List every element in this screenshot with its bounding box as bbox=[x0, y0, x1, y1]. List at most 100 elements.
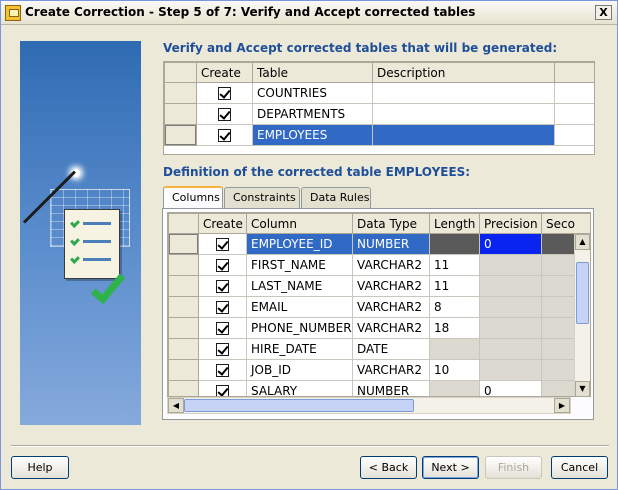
table-name-cell[interactable]: COUNTRIES bbox=[252, 82, 373, 104]
create-checkbox[interactable] bbox=[216, 385, 229, 396]
column-header-scale[interactable]: Seco bbox=[541, 213, 590, 234]
tab-constraints[interactable]: Constraints bbox=[224, 187, 300, 208]
tab-data-rules[interactable]: Data Rules bbox=[301, 187, 371, 208]
precision-cell[interactable] bbox=[479, 359, 542, 381]
columns-grid[interactable]: Create Column Data Type Length Precision… bbox=[167, 212, 591, 397]
table-row[interactable]: PHONE_NUMBER VARCHAR2 18 bbox=[168, 317, 590, 339]
precision-cell[interactable] bbox=[479, 317, 542, 339]
table-row[interactable]: DEPARTMENTS bbox=[164, 103, 594, 125]
back-button[interactable]: < Back bbox=[360, 456, 417, 479]
help-button[interactable]: Help bbox=[11, 456, 69, 479]
column-name-cell[interactable]: HIRE_DATE bbox=[246, 338, 353, 360]
description-cell[interactable] bbox=[372, 82, 555, 104]
column-name-cell[interactable]: PHONE_NUMBER bbox=[246, 317, 353, 339]
data-type-cell[interactable]: NUMBER bbox=[352, 380, 430, 396]
create-checkbox-cell[interactable] bbox=[198, 338, 247, 360]
row-header[interactable] bbox=[168, 338, 199, 360]
column-name-cell[interactable]: JOB_ID bbox=[246, 359, 353, 381]
scroll-down-arrow-icon[interactable]: ▼ bbox=[575, 381, 590, 396]
create-checkbox[interactable] bbox=[216, 238, 229, 251]
precision-cell[interactable] bbox=[479, 254, 542, 276]
data-type-cell[interactable]: NUMBER bbox=[352, 233, 430, 255]
vertical-scroll-thumb[interactable] bbox=[576, 262, 589, 324]
column-header-length[interactable]: Length bbox=[429, 213, 480, 234]
precision-cell[interactable]: 0 bbox=[479, 380, 542, 396]
precision-cell[interactable] bbox=[479, 275, 542, 297]
row-header[interactable] bbox=[168, 254, 199, 276]
create-checkbox[interactable] bbox=[216, 259, 229, 272]
create-checkbox[interactable] bbox=[216, 343, 229, 356]
create-checkbox-cell[interactable] bbox=[196, 82, 253, 104]
tab-columns[interactable]: Columns bbox=[163, 186, 223, 209]
row-header[interactable] bbox=[164, 124, 197, 146]
create-checkbox-cell[interactable] bbox=[198, 359, 247, 381]
table-row[interactable]: HIRE_DATE DATE bbox=[168, 338, 590, 360]
corrected-tables-grid[interactable]: Create Table Description COUNTRIES DEPART… bbox=[163, 61, 595, 155]
data-type-cell[interactable]: VARCHAR2 bbox=[352, 254, 430, 276]
data-type-cell[interactable]: VARCHAR2 bbox=[352, 317, 430, 339]
horizontal-scroll-thumb[interactable] bbox=[184, 399, 414, 412]
create-checkbox[interactable] bbox=[218, 108, 231, 121]
column-name-cell[interactable]: EMPLOYEE_ID bbox=[246, 233, 353, 255]
column-header-column[interactable]: Column bbox=[246, 213, 353, 234]
column-header-precision[interactable]: Precision bbox=[479, 213, 542, 234]
length-cell[interactable]: 11 bbox=[429, 254, 480, 276]
column-name-cell[interactable]: SALARY bbox=[246, 380, 353, 396]
scroll-left-arrow-icon[interactable]: ◀ bbox=[168, 398, 184, 413]
table-row[interactable]: LAST_NAME VARCHAR2 11 bbox=[168, 275, 590, 297]
create-checkbox[interactable] bbox=[218, 87, 231, 100]
column-name-cell[interactable]: FIRST_NAME bbox=[246, 254, 353, 276]
length-cell[interactable] bbox=[429, 233, 480, 255]
row-header[interactable] bbox=[168, 233, 199, 255]
row-header[interactable] bbox=[168, 275, 199, 297]
description-cell[interactable] bbox=[372, 103, 555, 125]
table-row[interactable]: FIRST_NAME VARCHAR2 11 bbox=[168, 254, 590, 276]
horizontal-scrollbar[interactable]: ◀ ▶ bbox=[167, 397, 571, 414]
create-checkbox[interactable] bbox=[216, 322, 229, 335]
data-type-cell[interactable]: DATE bbox=[352, 338, 430, 360]
row-header[interactable] bbox=[168, 296, 199, 318]
data-type-cell[interactable]: VARCHAR2 bbox=[352, 296, 430, 318]
column-header-table[interactable]: Table bbox=[252, 62, 373, 83]
scroll-right-arrow-icon[interactable]: ▶ bbox=[554, 398, 570, 413]
table-name-cell[interactable]: EMPLOYEES bbox=[252, 124, 373, 146]
length-cell[interactable]: 8 bbox=[429, 296, 480, 318]
column-header-create[interactable]: Create bbox=[196, 62, 253, 83]
create-checkbox-cell[interactable] bbox=[198, 254, 247, 276]
row-header[interactable] bbox=[168, 380, 199, 396]
length-cell[interactable]: 11 bbox=[429, 275, 480, 297]
length-cell[interactable] bbox=[429, 338, 480, 360]
data-type-cell[interactable]: VARCHAR2 bbox=[352, 275, 430, 297]
create-checkbox-cell[interactable] bbox=[198, 317, 247, 339]
table-row[interactable]: COUNTRIES bbox=[164, 82, 594, 104]
vertical-scrollbar[interactable]: ▲ ▼ bbox=[574, 234, 590, 396]
row-header[interactable] bbox=[168, 359, 199, 381]
finish-button[interactable]: Finish bbox=[485, 456, 542, 479]
next-button[interactable]: Next > bbox=[422, 456, 479, 479]
create-checkbox-cell[interactable] bbox=[198, 380, 247, 396]
table-row[interactable]: EMPLOYEES bbox=[164, 124, 594, 146]
precision-cell[interactable] bbox=[479, 296, 542, 318]
description-cell[interactable] bbox=[372, 124, 555, 146]
create-checkbox-cell[interactable] bbox=[198, 275, 247, 297]
table-row[interactable]: JOB_ID VARCHAR2 10 bbox=[168, 359, 590, 381]
close-button[interactable]: X bbox=[595, 5, 612, 20]
length-cell[interactable]: 18 bbox=[429, 317, 480, 339]
precision-cell[interactable] bbox=[479, 338, 542, 360]
create-checkbox-cell[interactable] bbox=[198, 233, 247, 255]
length-cell[interactable] bbox=[429, 380, 480, 396]
length-cell[interactable]: 10 bbox=[429, 359, 480, 381]
table-name-cell[interactable]: DEPARTMENTS bbox=[252, 103, 373, 125]
table-row[interactable]: SALARY NUMBER 0 bbox=[168, 380, 590, 396]
row-header[interactable] bbox=[168, 317, 199, 339]
column-header-description[interactable]: Description bbox=[372, 62, 555, 83]
create-checkbox-cell[interactable] bbox=[198, 296, 247, 318]
create-checkbox[interactable] bbox=[216, 280, 229, 293]
create-checkbox[interactable] bbox=[216, 364, 229, 377]
scroll-up-arrow-icon[interactable]: ▲ bbox=[575, 234, 590, 250]
title-bar[interactable]: Create Correction - Step 5 of 7: Verify … bbox=[1, 1, 617, 25]
column-name-cell[interactable]: EMAIL bbox=[246, 296, 353, 318]
row-header[interactable] bbox=[164, 103, 197, 125]
create-checkbox-cell[interactable] bbox=[196, 124, 253, 146]
table-row[interactable]: EMPLOYEE_ID NUMBER 0 bbox=[168, 233, 590, 255]
